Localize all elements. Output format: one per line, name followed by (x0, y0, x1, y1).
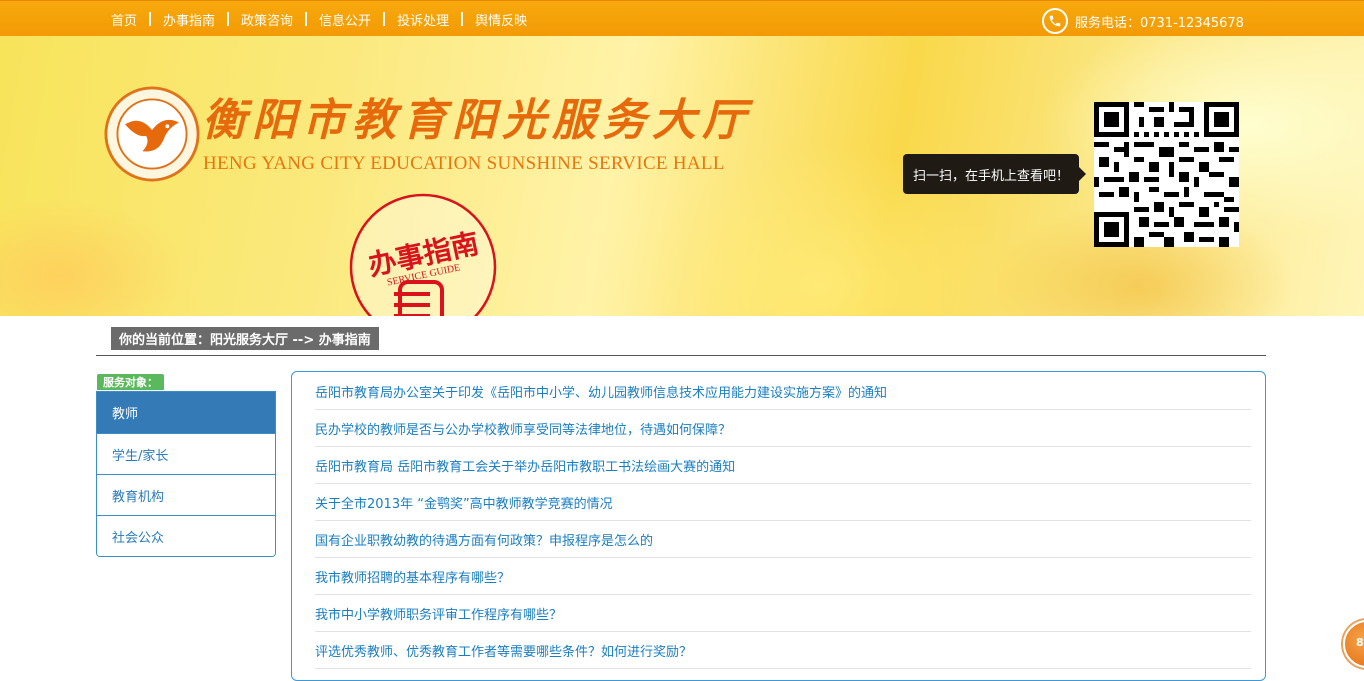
nav-info-link[interactable]: 信息公开 (319, 10, 371, 29)
sidebar-item-student-parent[interactable]: 学生/家长 (97, 433, 275, 474)
article-link[interactable]: 岳阳市教育局办公室关于印发《岳阳市中小学、幼儿园教师信息技术应用能力建设实施方案… (315, 373, 1251, 410)
nav-guide-link[interactable]: 办事指南 (163, 10, 215, 29)
nav-home-link[interactable]: 首页 (111, 10, 137, 29)
breadcrumb: 你的当前位置：阳光服务大厅 --> 办事指南 (111, 327, 379, 350)
nav-divider (227, 12, 230, 26)
sidebar-item-institution[interactable]: 教育机构 (97, 474, 275, 515)
service-phone: 服务电话：0731-12345678 (1042, 8, 1244, 34)
article-link[interactable]: 民办学校的教师是否与公办学校教师享受同等法律地位，待遇如何保障？ (315, 410, 1251, 447)
nav-divider (383, 12, 386, 26)
service-phone-text: 服务电话：0731-12345678 (1075, 15, 1244, 31)
article-link[interactable]: 我市教师招聘的基本程序有哪些？ (315, 558, 1251, 595)
bureau-logo (104, 86, 200, 182)
breadcrumb-divider (96, 355, 1266, 356)
main-nav: 首页 办事指南 政策咨询 信息公开 投诉处理 舆情反映 (111, 1, 527, 37)
floating-service-badge[interactable]: 80 (1343, 620, 1364, 668)
article-link[interactable]: 我市中小学教师职务评审工作程序有哪些？ (315, 595, 1251, 632)
nav-divider (149, 12, 152, 26)
nav-divider (461, 12, 464, 26)
audience-tag: 服务对象： (97, 374, 164, 390)
site-title-english: HENG YANG CITY EDUCATION SUNSHINE SERVIC… (203, 153, 725, 174)
top-nav-bar: 首页 办事指南 政策咨询 信息公开 投诉处理 舆情反映 服务电话：0731-12… (0, 0, 1364, 36)
header-banner: 衡阳市教育阳光服务大厅 HENG YANG CITY EDUCATION SUN… (0, 36, 1364, 316)
article-link[interactable]: 国有企业职教幼教的待遇方面有何政策？申报程序是怎么的 (315, 521, 1251, 558)
nav-feedback-link[interactable]: 舆情反映 (475, 10, 527, 29)
site-title: 衡阳市教育阳光服务大厅 (202, 95, 752, 146)
service-guide-stamp: 办事指南 SERVICE GUIDE (349, 193, 497, 316)
sidebar-item-public[interactable]: 社会公众 (97, 515, 275, 556)
sidebar-item-teacher[interactable]: 教师 (97, 392, 275, 433)
qr-code[interactable] (1094, 102, 1239, 247)
phone-icon (1042, 8, 1068, 34)
article-link[interactable]: 岳阳市教育局 岳阳市教育工会关于举办岳阳市教职工书法绘画大赛的通知 (315, 447, 1251, 484)
audience-sidebar: 教师 学生/家长 教育机构 社会公众 (96, 391, 276, 557)
nav-divider (305, 12, 308, 26)
article-list: 岳阳市教育局办公室关于印发《岳阳市中小学、幼儿园教师信息技术应用能力建设实施方案… (291, 371, 1266, 681)
article-link[interactable]: 评选优秀教师、优秀教育工作者等需要哪些条件？如何进行奖励？ (315, 632, 1251, 669)
nav-policy-link[interactable]: 政策咨询 (241, 10, 293, 29)
qr-tooltip: 扫一扫，在手机上查看吧！ (903, 154, 1087, 194)
nav-complaint-link[interactable]: 投诉处理 (397, 10, 449, 29)
article-link[interactable]: 关于全市2013年 “金鹗奖”高中教师教学竞赛的情况 (315, 484, 1251, 521)
